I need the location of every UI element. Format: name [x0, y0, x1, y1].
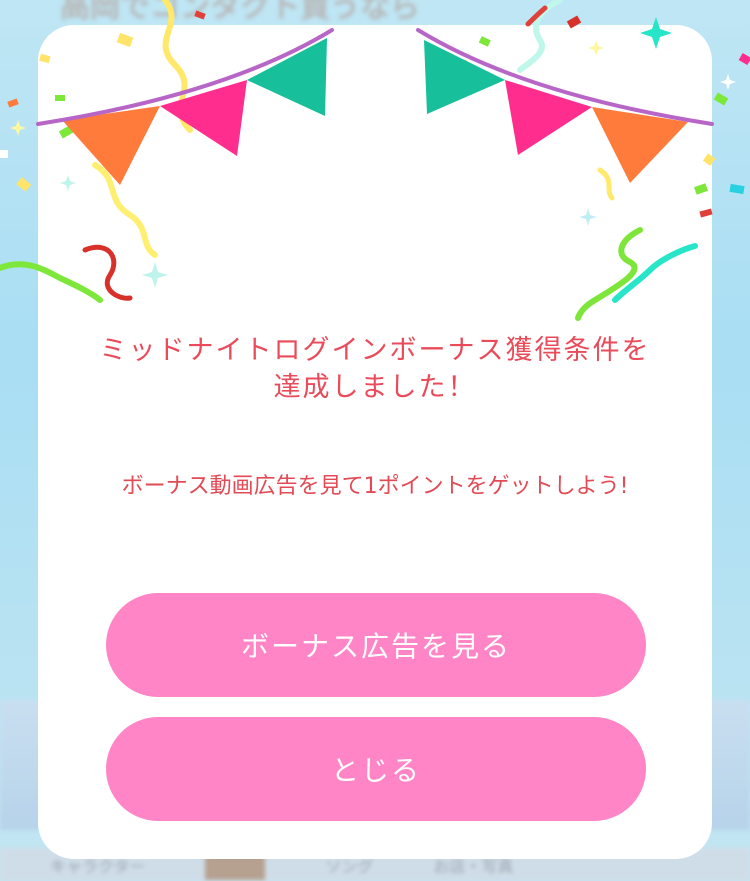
sparkle — [720, 74, 736, 90]
close-button[interactable]: とじる — [106, 717, 646, 821]
sparkle — [10, 120, 26, 136]
dialog-message: ボーナス動画広告を見て1ポイントをゲットしよう! — [121, 474, 629, 499]
dialog-title-line: 達成しました！ — [273, 372, 477, 403]
dialog-title-line: ミッドナイトログインボーナス獲得条件を — [99, 335, 651, 366]
watch-bonus-ad-button[interactable]: ボーナス広告を見る — [106, 593, 646, 697]
dialog-title: ミッドナイトログインボーナス獲得条件を 達成しました！ — [38, 332, 712, 406]
screen: 高岡でコンタクト買うなら キャラクター ソング お店・写真 ミッドナイトログイン… — [0, 0, 750, 881]
